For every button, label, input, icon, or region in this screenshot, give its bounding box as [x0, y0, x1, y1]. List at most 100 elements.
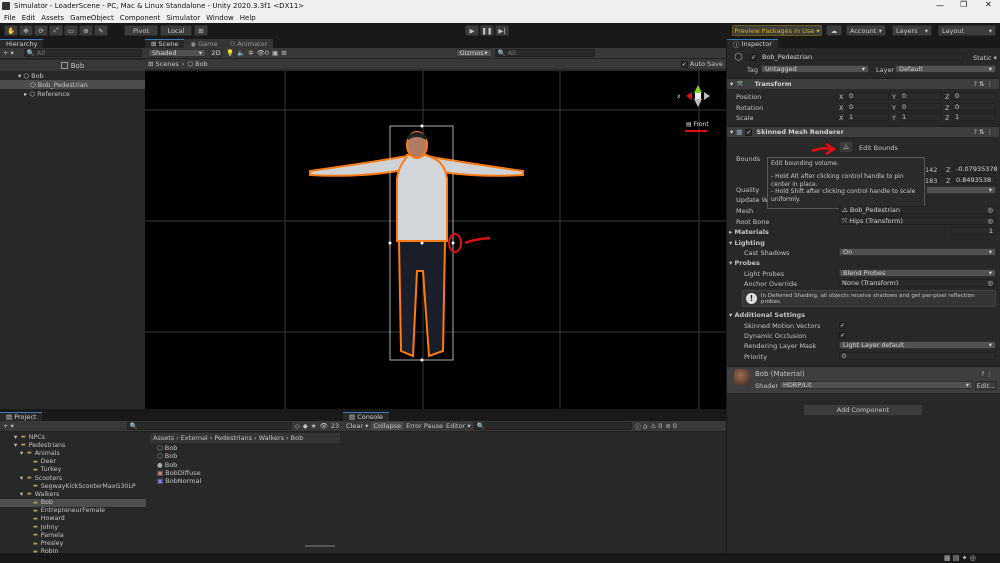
transform-x-field[interactable]: 0 [846, 92, 889, 100]
project-tree-item[interactable]: ▬ Pamela [0, 531, 146, 539]
materials-count-field[interactable]: 1 [950, 227, 996, 235]
project-tree-item[interactable]: ▬ Howard [0, 515, 146, 523]
step-button[interactable]: ▶| [495, 25, 509, 36]
hierarchy-search-input[interactable]: 🔍 All [23, 49, 142, 57]
component-menu-icon[interactable]: ? ⋮ [981, 370, 993, 378]
project-tree-item[interactable]: ▬ Johny [0, 523, 146, 531]
preview-packages-button[interactable]: Preview Packages in Use ▾ [732, 25, 822, 36]
toggle-2d-button[interactable]: 2D [209, 49, 223, 57]
expand-arrow-icon[interactable]: ▾ [14, 434, 21, 441]
breadcrumb-scenes[interactable]: ⊞ Scenes [148, 60, 179, 68]
breadcrumb-walkers[interactable]: Walkers [259, 434, 284, 442]
quality-dropdown[interactable]: ▾ [926, 186, 996, 194]
project-search-input[interactable]: 🔍 [126, 422, 292, 430]
transform-header[interactable]: ▾ ⤧ Transform ? ⇅ ⋮ [727, 78, 999, 89]
hand-tool-button[interactable]: ✋ [4, 25, 18, 36]
info-count[interactable]: ⓘ 0 [635, 421, 648, 431]
menu-file[interactable]: File [4, 14, 16, 22]
tab-inspector[interactable]: ⓘ Inspector [727, 39, 778, 49]
error-count[interactable]: ⊘ 0 [665, 422, 677, 430]
editor-dropdown[interactable]: Editor ▾ [446, 422, 471, 430]
warning-count[interactable]: ⚠ 0 [650, 422, 662, 430]
auto-save-toggle[interactable]: ✓ Auto Save [680, 60, 723, 68]
asset-item[interactable]: ▣ BobNormal [157, 477, 201, 485]
lighting-icon[interactable]: 💡 [226, 49, 234, 57]
project-tree-item[interactable]: ▾ ▬ Pedestrians [0, 441, 146, 449]
menu-component[interactable]: Component [120, 14, 161, 22]
pivot-toggle[interactable]: Pivot [124, 25, 158, 36]
project-tree-item[interactable]: ▾ ▬ Animals [0, 449, 146, 457]
probes-foldout[interactable]: ▾ Probes [729, 259, 760, 267]
edit-bounds-button[interactable]: ⧊ [839, 141, 853, 153]
rect-tool-button[interactable]: ▭ [64, 25, 78, 36]
gizmos-dropdown[interactable]: Gizmos ▾ [455, 49, 492, 57]
transform-x-field[interactable]: 0 [846, 103, 889, 111]
breadcrumb-pedestrians[interactable]: Pedestrians [214, 434, 252, 442]
dynamic-occlusion-checkbox[interactable]: ✓ [839, 332, 846, 339]
scale-tool-button[interactable]: ⤢ [49, 25, 63, 36]
add-asset-button[interactable]: + ▾ [3, 422, 14, 430]
snap-button[interactable]: ⊞ [194, 25, 208, 36]
expand-arrow-icon[interactable]: ▾ [20, 450, 27, 457]
transform-y-field[interactable]: 1 [899, 113, 942, 121]
bounds-extent-y[interactable]: 183 [925, 177, 937, 185]
project-tree-item[interactable]: ▬ Turkey [0, 466, 146, 474]
filter-type-icon[interactable]: ◇ [295, 422, 300, 430]
scene-viewport[interactable] [145, 71, 726, 409]
bounds-center-y[interactable]: 142 [925, 166, 937, 174]
project-tree-item[interactable]: ▾ ▬ Scooters [0, 474, 146, 482]
object-name-field[interactable]: Bob_Pedestrian [759, 53, 964, 61]
account-dropdown[interactable]: Account ▾ [846, 25, 886, 36]
add-button[interactable]: + ▾ [3, 49, 14, 57]
menu-simulator[interactable]: Simulator [166, 14, 200, 22]
component-menu-icon[interactable]: ? ⇅ ⋮ [973, 128, 993, 136]
shading-dropdown[interactable]: Shaded ▾ [148, 49, 206, 57]
mesh-field[interactable]: ⧊ Bob_Pedestrian ◎ [839, 206, 996, 214]
bounds-handle-right[interactable] [451, 241, 455, 245]
layout-dropdown[interactable]: Layout ▾ [938, 25, 996, 36]
hierarchy-item[interactable]: ▾ ⬡ Bob [18, 72, 145, 80]
audio-icon[interactable]: 🔈 [237, 49, 245, 57]
light-probes-dropdown[interactable]: Blend Probes ▾ [839, 269, 996, 277]
breadcrumb-external[interactable]: External [181, 434, 208, 442]
edit-shader-button[interactable]: Edit... [975, 381, 997, 390]
smr-header[interactable]: ▾ ▦ ✓ Skinned Mesh Renderer ? ⇅ ⋮ [727, 126, 999, 137]
icon-size-slider[interactable] [305, 545, 335, 547]
active-checkbox[interactable]: ✓ [750, 54, 757, 61]
rendering-layer-mask-dropdown[interactable]: Light Layer default ▾ [839, 341, 996, 349]
play-button[interactable]: ▶ [465, 25, 479, 36]
collapse-button[interactable]: Collapse [371, 422, 403, 430]
materials-foldout[interactable]: ▸ Materials [729, 228, 769, 236]
asset-item[interactable]: ● Bob [157, 461, 201, 469]
minimize-button[interactable]: — [936, 1, 944, 10]
priority-field[interactable]: 0 [839, 352, 996, 360]
asset-item[interactable]: ⬡ Bob [157, 444, 201, 452]
bounds-handle-center[interactable] [420, 241, 424, 245]
cast-shadows-dropdown[interactable]: On ▾ [839, 248, 996, 256]
smr-enabled-checkbox[interactable]: ✓ [745, 128, 753, 136]
bounds-handle-bottom[interactable] [420, 358, 424, 362]
menu-assets[interactable]: Assets [41, 14, 64, 22]
layers-dropdown[interactable]: Layers ▾ [892, 25, 932, 36]
menu-gameobject[interactable]: GameObject [70, 14, 114, 22]
hierarchy-item[interactable]: ▸ ⬡ Reference [24, 90, 70, 98]
transform-z-field[interactable]: 0 [952, 92, 996, 100]
project-tree-item[interactable]: ▬ Deer [0, 458, 146, 466]
transform-y-field[interactable]: 0 [899, 92, 942, 100]
tab-game[interactable]: ◉ Game [184, 39, 224, 48]
layer-dropdown[interactable]: Default ▾ [895, 65, 996, 73]
additional-settings-foldout[interactable]: ▾ Additional Settings [729, 311, 805, 319]
breadcrumb-bob[interactable]: Bob [291, 434, 304, 442]
tab-hierarchy[interactable]: Hierarchy [0, 39, 44, 48]
view-orientation-label[interactable]: ▤ Front [686, 121, 709, 128]
menu-help[interactable]: Help [240, 14, 256, 22]
static-toggle[interactable]: Static ▾ [973, 54, 997, 62]
breadcrumb-bob[interactable]: ⬡ Bob [187, 60, 207, 68]
asset-item[interactable]: ▣ BobDiffuse [157, 469, 201, 477]
object-picker-icon[interactable]: ◎ [987, 206, 993, 214]
close-button[interactable]: ✕ [985, 0, 992, 9]
motion-vectors-checkbox[interactable]: ✓ [839, 322, 846, 329]
local-toggle[interactable]: Local [160, 25, 192, 36]
error-pause-button[interactable]: Error Pause [406, 422, 443, 430]
tab-project[interactable]: ▤ Project [0, 412, 43, 421]
